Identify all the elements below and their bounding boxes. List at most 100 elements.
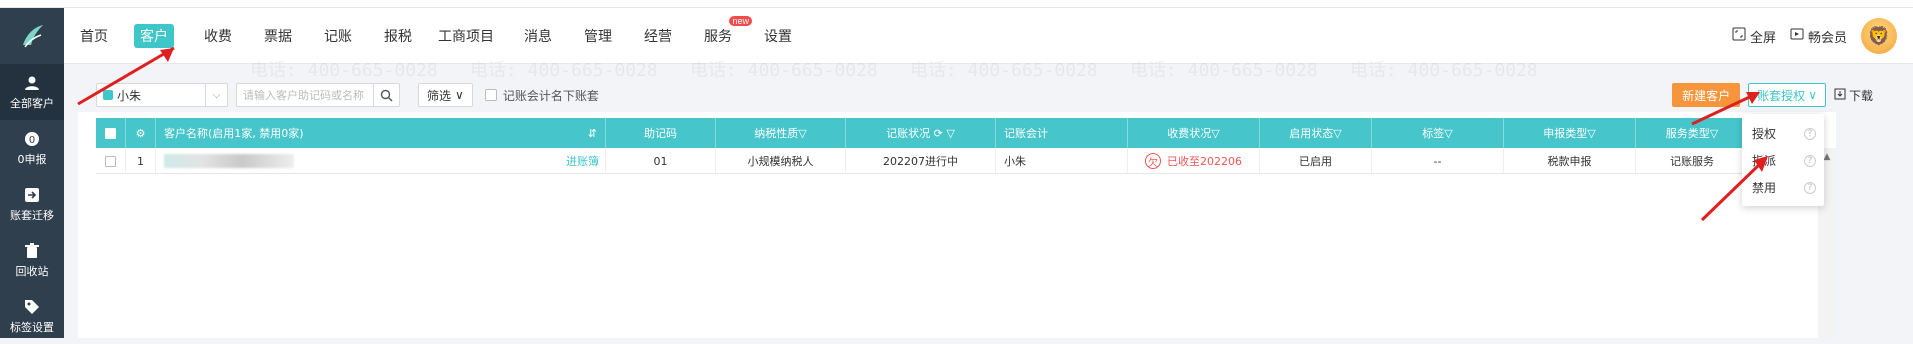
menu-label: 收费 bbox=[204, 29, 232, 45]
menu-fee[interactable]: 收费 bbox=[190, 8, 246, 64]
fullscreen-icon bbox=[1732, 27, 1746, 45]
menu-label: 消息 bbox=[524, 29, 552, 45]
accountant-select[interactable]: 小朱 ⌵ bbox=[96, 83, 228, 107]
row-code: 01 bbox=[606, 148, 716, 174]
dropdown-item-assign[interactable]: 指派 ? bbox=[1742, 147, 1824, 174]
header-customer-name[interactable]: 客户名称(启用1家, 禁用0家) ⇵ bbox=[156, 118, 606, 148]
menu-bill[interactable]: 票据 bbox=[250, 8, 306, 64]
menu-label: 管理 bbox=[584, 29, 612, 45]
rail-zero-declare[interactable]: 0 0申报 bbox=[0, 120, 64, 176]
avatar[interactable]: 🦁 bbox=[1861, 18, 1897, 54]
menu-label: 票据 bbox=[264, 29, 292, 45]
header-tag[interactable]: 标签 ▽ bbox=[1372, 118, 1504, 148]
owe-icon: 欠 bbox=[1145, 153, 1161, 169]
row-book-status: 202207进行中 bbox=[846, 148, 996, 174]
search-icon[interactable] bbox=[373, 84, 399, 106]
header-label: 纳税性质 bbox=[754, 127, 799, 140]
blurred-customer-name bbox=[164, 154, 294, 168]
filter-icon: ▽ bbox=[1587, 126, 1596, 140]
menu-service[interactable]: 服务 new bbox=[690, 8, 752, 64]
rail-all-customers[interactable]: 全部客户 bbox=[0, 64, 64, 120]
browser-top-strip bbox=[0, 0, 1913, 8]
accountant-books-checkbox[interactable]: 记账会计名下账套 bbox=[484, 87, 599, 104]
checkbox[interactable] bbox=[484, 89, 497, 101]
checkbox-label: 记账会计名下账套 bbox=[502, 88, 599, 103]
filter-icon: ▽ bbox=[1211, 126, 1220, 140]
filter-icon: ▽ bbox=[1709, 126, 1719, 140]
menu-settings[interactable]: 设置 bbox=[750, 8, 806, 64]
checkbox[interactable] bbox=[105, 127, 116, 139]
rail-account-migrate[interactable]: 账套迁移 bbox=[0, 176, 64, 232]
menu-label: 工商项目 bbox=[438, 29, 494, 45]
svg-text:0: 0 bbox=[29, 135, 35, 146]
header-settings[interactable]: ⚙ bbox=[126, 118, 156, 148]
menu-manage[interactable]: 管理 bbox=[570, 8, 626, 64]
download-button[interactable]: 下载 bbox=[1834, 83, 1873, 107]
search-input[interactable] bbox=[237, 84, 373, 106]
header-label: 收费状况 bbox=[1167, 127, 1212, 140]
top-header: 首页 客户 收费 票据 记账 报税 工商项目 消息 管理 经营 服务 new 设置… bbox=[64, 8, 1913, 64]
rail-label: 回收站 bbox=[15, 264, 49, 278]
help-icon[interactable]: ? bbox=[1804, 127, 1816, 140]
account-auth-button[interactable]: 账套授权 ∨ bbox=[1748, 83, 1826, 107]
rail-label: 0申报 bbox=[17, 152, 47, 166]
menu-tax[interactable]: 报税 bbox=[370, 8, 426, 64]
accountant-select-value: 小朱 bbox=[117, 88, 142, 103]
gear-icon: ⚙ bbox=[135, 126, 146, 140]
new-customer-button[interactable]: 新建客户 bbox=[1672, 83, 1741, 107]
header-service-type[interactable]: 服务类型 ▽ bbox=[1636, 118, 1748, 148]
help-icon[interactable]: ? bbox=[1804, 154, 1816, 167]
header-enable-status[interactable]: 启用状态 ▽ bbox=[1260, 118, 1372, 148]
account-auth-label: 账套授权 bbox=[1757, 88, 1806, 103]
menu-customer[interactable]: 客户 bbox=[126, 8, 182, 64]
accountant-color-swatch bbox=[103, 90, 113, 100]
header-code: 助记码 bbox=[606, 118, 716, 148]
menu-label: 服务 bbox=[704, 29, 732, 45]
rail-tag-settings[interactable]: 标签设置 bbox=[0, 288, 64, 344]
tag-icon bbox=[23, 298, 41, 316]
header-accountant: 记账会计 bbox=[996, 118, 1128, 148]
dropdown-item-disable[interactable]: 禁用 ? bbox=[1742, 174, 1824, 201]
header-select-all[interactable] bbox=[96, 118, 126, 148]
fee-status-text: 已收至202206 bbox=[1167, 155, 1242, 168]
row-fee-status: 欠 已收至202206 bbox=[1128, 148, 1260, 174]
fullscreen-button[interactable]: 全屏 bbox=[1732, 27, 1776, 46]
header-label: 申报类型 bbox=[1543, 127, 1588, 140]
header-label: 记账状况 bbox=[886, 127, 931, 140]
filter-toolbar: 小朱 ⌵ 筛选 ∨ 记账会计名下账套 bbox=[96, 82, 599, 108]
enter-book-link[interactable]: 进账簿 bbox=[566, 153, 599, 169]
menu-operate[interactable]: 经营 bbox=[630, 8, 686, 64]
menu-label: 报税 bbox=[384, 29, 412, 45]
header-declare-type[interactable]: 申报类型 ▽ bbox=[1504, 118, 1636, 148]
menu-bookkeeping[interactable]: 记账 bbox=[310, 8, 366, 64]
menu-label: 首页 bbox=[80, 29, 108, 45]
checkbox[interactable] bbox=[105, 155, 116, 167]
row-select[interactable] bbox=[96, 148, 126, 174]
filter-icon: ▽ bbox=[1444, 126, 1453, 140]
row-index: 1 bbox=[126, 148, 156, 174]
menu-home[interactable]: 首页 bbox=[70, 8, 118, 64]
filter-icon: ▽ bbox=[798, 126, 807, 140]
header-tax-nature[interactable]: 纳税性质 ▽ bbox=[716, 118, 846, 148]
filter-label: 筛选 bbox=[427, 88, 452, 103]
menu-message[interactable]: 消息 bbox=[510, 8, 566, 64]
filter-button[interactable]: 筛选 ∨ bbox=[418, 83, 473, 107]
help-icon[interactable]: ? bbox=[1804, 181, 1816, 194]
header-label: 客户名称(启用1家, 禁用0家) bbox=[164, 127, 304, 140]
header-fee-status[interactable]: 收费状况 ▽ bbox=[1128, 118, 1260, 148]
filter-icon: ▽ bbox=[1333, 126, 1342, 140]
row-declare-type: 税款申报 bbox=[1504, 148, 1636, 174]
menu-label: 经营 bbox=[644, 29, 672, 45]
header-label: 服务类型 bbox=[1665, 127, 1710, 140]
header-book-status[interactable]: 记账状况 ⟳ ▽ bbox=[846, 118, 996, 148]
rail-recycle-bin[interactable]: 回收站 bbox=[0, 232, 64, 288]
dropdown-item-label: 禁用 bbox=[1752, 181, 1777, 195]
row-accountant: 小朱 bbox=[996, 148, 1128, 174]
rail-label: 标签设置 bbox=[10, 320, 54, 334]
member-button[interactable]: 畅会员 bbox=[1790, 27, 1847, 46]
menu-label: 记账 bbox=[324, 29, 352, 45]
customer-search bbox=[236, 83, 400, 107]
table-row[interactable]: 1 进账簿 01 小规模纳税人 202207进行中 小朱 欠 已收至202206… bbox=[96, 148, 1818, 174]
dropdown-item-authorize[interactable]: 授权 ? bbox=[1742, 120, 1824, 147]
menu-business[interactable]: 工商项目 bbox=[430, 8, 502, 64]
